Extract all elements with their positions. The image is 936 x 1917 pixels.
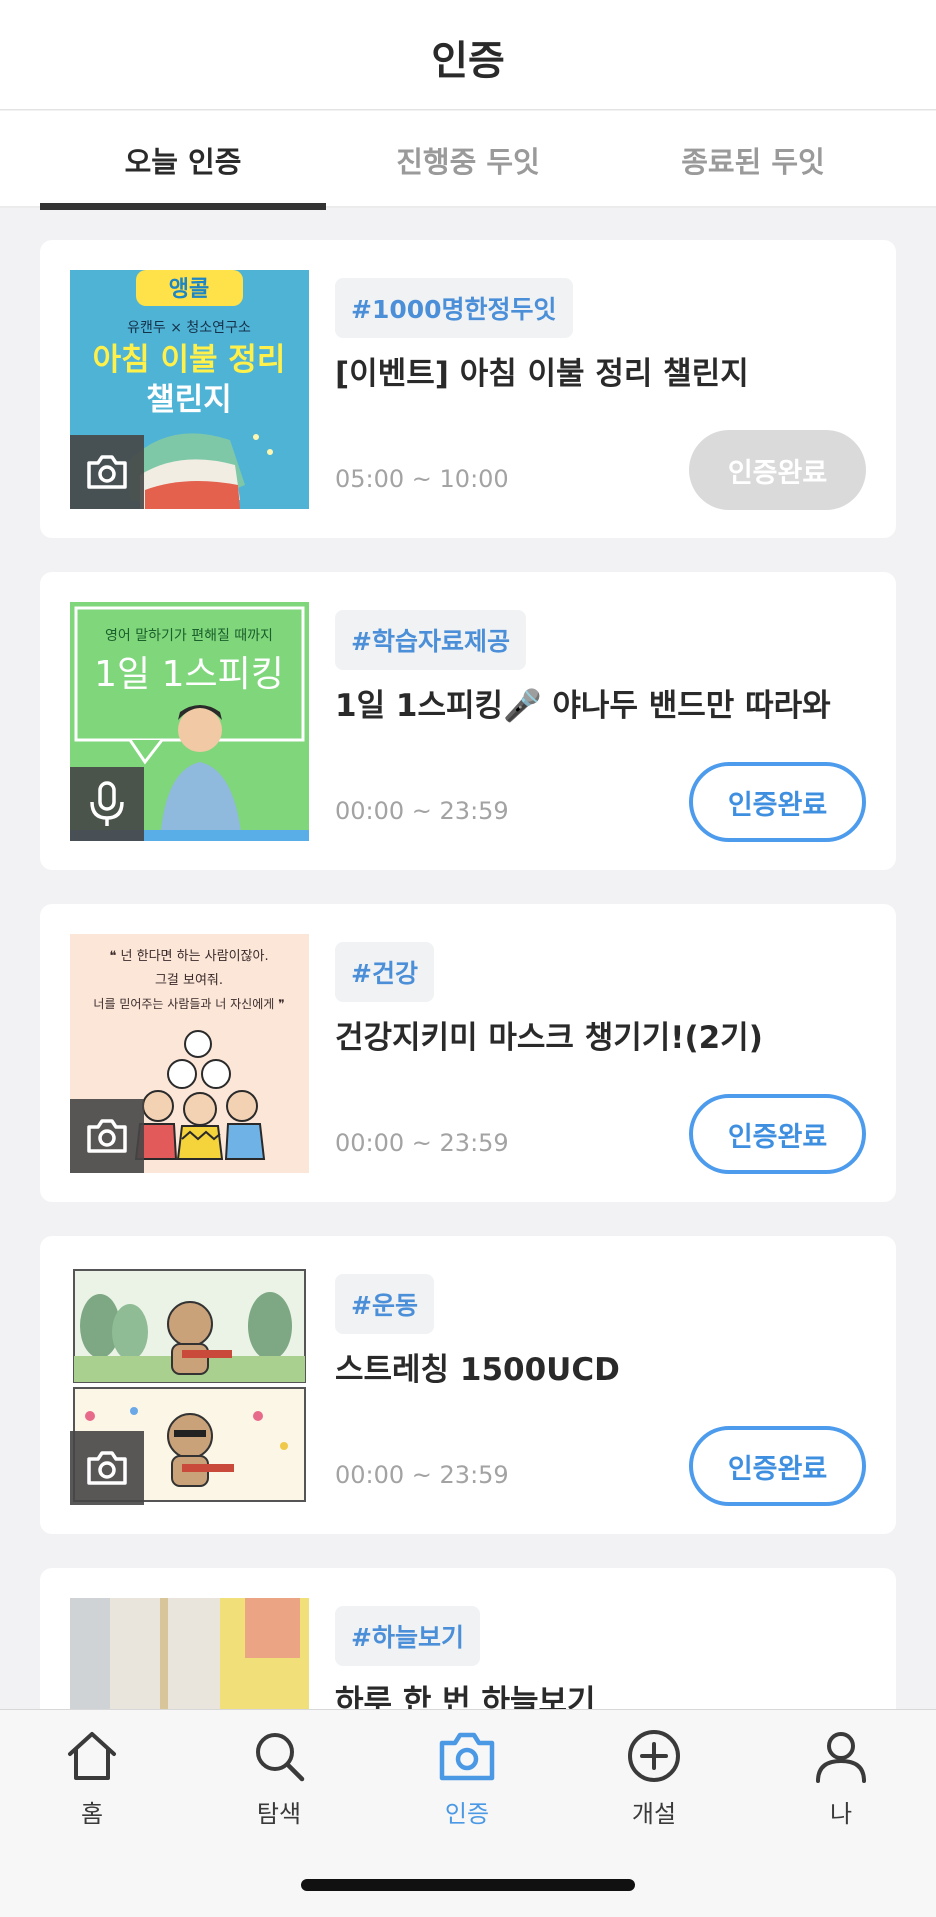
verification-complete-button[interactable]: 인증완료 xyxy=(689,762,866,842)
challenge-tag[interactable]: #건강 xyxy=(335,942,434,1002)
thumb-small-text: 유캔두 × 청소연구소 xyxy=(127,320,251,336)
thumb-line2: 그걸 보여줘. xyxy=(155,973,223,988)
plus-circle-icon xyxy=(628,1730,680,1782)
microphone-icon xyxy=(90,781,124,826)
verification-complete-button[interactable]: 인증완료 xyxy=(689,1094,866,1174)
nav-search[interactable]: 탐색 xyxy=(219,1728,339,1848)
tab-ended[interactable]: 종료된 두잇 xyxy=(610,111,896,208)
home-indicator xyxy=(301,1879,635,1891)
thumb-line1: 1일 1스피킹 xyxy=(94,654,284,695)
challenge-thumbnail[interactable] xyxy=(70,1266,309,1505)
thumb-line1: ❝ 넌 한다면 하는 사람이잖아. xyxy=(109,949,268,964)
challenge-title[interactable]: 1일 1스피킹🎤 야나두 밴드만 따라와 xyxy=(335,680,875,725)
search-icon xyxy=(256,1733,305,1782)
app-root: 인증 오늘 인증 진행중 두잇 종료된 두잇 앵콜 유캔두 × 청소연구소 아침… xyxy=(0,0,936,1917)
camera-icon xyxy=(87,1451,127,1485)
challenge-thumbnail[interactable]: 영어 말하기가 편해질 때까지 1일 1스피킹 xyxy=(70,602,309,841)
thumb-badge-text: 앵콜 xyxy=(169,277,209,302)
person-icon xyxy=(816,1732,866,1783)
challenge-title[interactable]: 건강지키미 마스크 챙기기!(2기) xyxy=(335,1012,875,1057)
thumb-small-text: 영어 말하기가 편해질 때까지 xyxy=(105,628,273,644)
challenge-time: 00:00 ~ 23:59 xyxy=(335,1461,509,1489)
challenge-time: 00:00 ~ 23:59 xyxy=(335,797,509,825)
challenge-card[interactable]: 영어 말하기가 편해질 때까지 1일 1스피킹 #학습자료제공 1일 1스피킹🎤… xyxy=(40,572,896,870)
thumb-line1: 아침 이불 정리 xyxy=(93,342,286,378)
nav-home[interactable]: 홈 xyxy=(32,1728,152,1848)
app-header: 인증 xyxy=(0,0,936,110)
challenge-time: 00:00 ~ 23:59 xyxy=(335,1129,509,1157)
bottom-navigation: 홈 탐색 인증 개설 나 xyxy=(0,1709,936,1917)
home-icon xyxy=(68,1732,116,1780)
tab-today-verification[interactable]: 오늘 인증 xyxy=(40,111,326,210)
tab-in-progress[interactable]: 진행중 두잇 xyxy=(325,111,611,208)
nav-label: 개설 xyxy=(631,1800,677,1828)
challenge-thumbnail[interactable]: 앵콜 유캔두 × 청소연구소 아침 이불 정리 챌린지 xyxy=(70,270,309,509)
challenge-card[interactable]: #운동 스트레칭 1500UCD 00:00 ~ 23:59 인증완료 xyxy=(40,1236,896,1534)
thumb-line3: 너를 믿어주는 사람들과 너 자신에게 ❞ xyxy=(93,997,284,1011)
nav-label: 탐색 xyxy=(256,1800,302,1828)
microphone-badge xyxy=(70,767,144,841)
verification-complete-button[interactable]: 인증완료 xyxy=(689,430,866,510)
nav-label: 나 xyxy=(829,1800,853,1828)
verification-complete-button[interactable]: 인증완료 xyxy=(689,1426,866,1506)
camera-icon xyxy=(87,1119,127,1153)
challenge-time: 05:00 ~ 10:00 xyxy=(335,465,509,493)
challenge-card[interactable]: ❝ 넌 한다면 하는 사람이잖아. 그걸 보여줘. 너를 믿어주는 사람들과 너… xyxy=(40,904,896,1202)
page-title: 인증 xyxy=(431,37,505,84)
camera-icon xyxy=(87,455,127,489)
camera-icon xyxy=(439,1732,495,1781)
challenge-tag[interactable]: #운동 xyxy=(335,1274,434,1334)
camera-badge xyxy=(70,435,144,509)
challenge-tag[interactable]: #학습자료제공 xyxy=(335,610,526,670)
challenge-card[interactable]: 앵콜 유캔두 × 청소연구소 아침 이불 정리 챌린지 #1000명한정두잇 [… xyxy=(40,240,896,538)
nav-label: 인증 xyxy=(444,1800,490,1828)
nav-label: 홈 xyxy=(80,1800,104,1828)
challenge-title[interactable]: [이벤트] 아침 이불 정리 챌린지 xyxy=(335,348,875,393)
camera-badge xyxy=(70,1431,144,1505)
challenge-title[interactable]: 스트레칭 1500UCD xyxy=(335,1344,875,1389)
thumb-line2: 챌린지 xyxy=(146,382,232,418)
challenge-tag[interactable]: #1000명한정두잇 xyxy=(335,278,573,338)
nav-create[interactable]: 개설 xyxy=(594,1728,714,1848)
nav-me[interactable]: 나 xyxy=(781,1728,901,1848)
challenge-tag[interactable]: #하늘보기 xyxy=(335,1606,480,1666)
camera-badge xyxy=(70,1099,144,1173)
tab-bar: 오늘 인증 진행중 두잇 종료된 두잇 xyxy=(0,111,936,210)
challenge-thumbnail[interactable]: ❝ 넌 한다면 하는 사람이잖아. 그걸 보여줘. 너를 믿어주는 사람들과 너… xyxy=(70,934,309,1173)
nav-verification[interactable]: 인증 xyxy=(407,1728,527,1848)
